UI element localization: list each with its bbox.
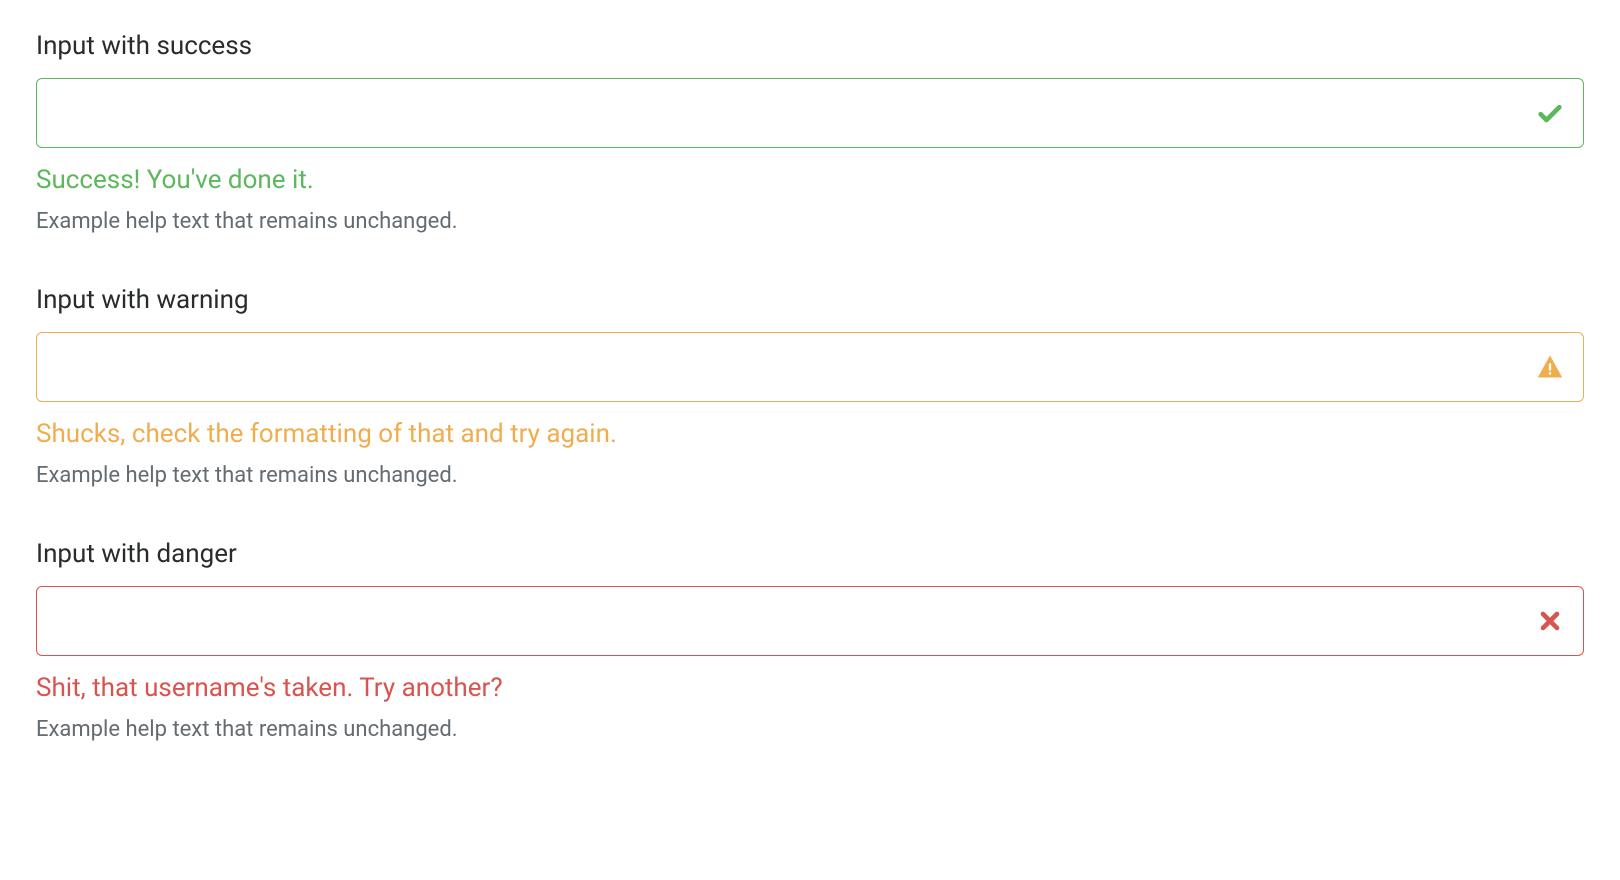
input-wrap-danger bbox=[36, 586, 1584, 656]
feedback-warning: Shucks, check the formatting of that and… bbox=[36, 418, 1584, 452]
label-warning: Input with warning bbox=[36, 284, 1584, 318]
input-danger[interactable] bbox=[36, 586, 1584, 656]
help-warning: Example help text that remains unchanged… bbox=[36, 462, 1584, 491]
group-warning: Input with warning Shucks, check the for… bbox=[36, 284, 1584, 490]
input-wrap-warning bbox=[36, 332, 1584, 402]
input-warning[interactable] bbox=[36, 332, 1584, 402]
help-success: Example help text that remains unchanged… bbox=[36, 208, 1584, 237]
feedback-danger: Shit, that username's taken. Try another… bbox=[36, 672, 1584, 706]
input-success[interactable] bbox=[36, 78, 1584, 148]
group-danger: Input with danger Shit, that username's … bbox=[36, 538, 1584, 744]
label-danger: Input with danger bbox=[36, 538, 1584, 572]
input-wrap-success bbox=[36, 78, 1584, 148]
feedback-success: Success! You've done it. bbox=[36, 164, 1584, 198]
form-validation-example: Input with success Success! You've done … bbox=[0, 0, 1620, 873]
group-success: Input with success Success! You've done … bbox=[36, 30, 1584, 236]
help-danger: Example help text that remains unchanged… bbox=[36, 716, 1584, 745]
label-success: Input with success bbox=[36, 30, 1584, 64]
